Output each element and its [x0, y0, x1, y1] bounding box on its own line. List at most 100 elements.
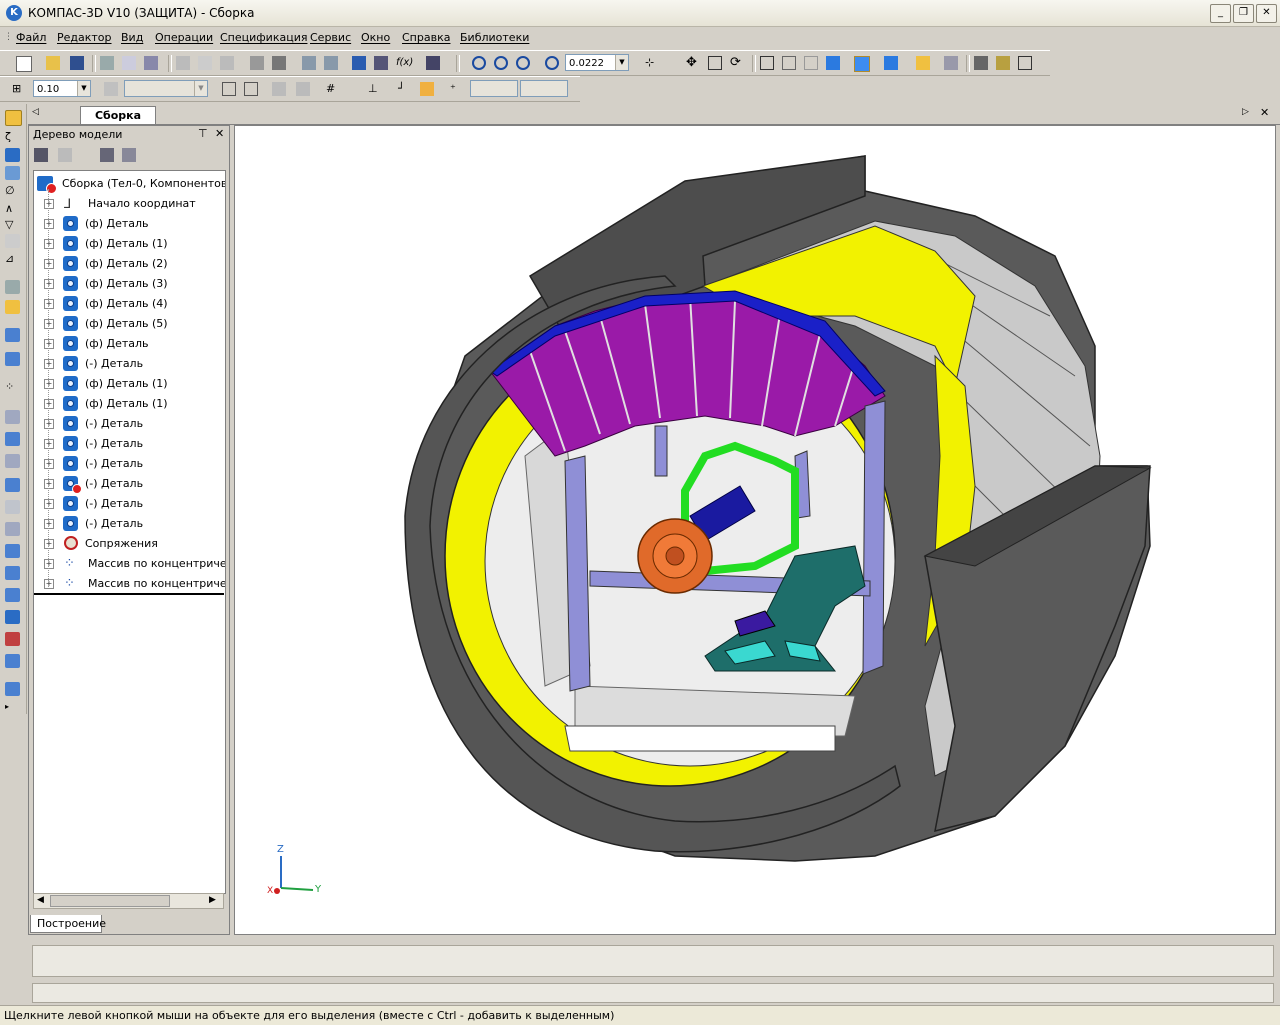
tree-settings-icon[interactable] [122, 148, 136, 162]
tree-item[interactable]: + (ф) Деталь (4) [34, 294, 224, 314]
tree-structure-icon[interactable] [34, 148, 48, 162]
chamfer-icon[interactable] [5, 522, 20, 536]
zoom-window-icon[interactable] [472, 56, 486, 70]
layout-icon[interactable] [5, 682, 20, 696]
attach-icon[interactable]: ∅ [5, 184, 20, 198]
menu-edit[interactable]: Редактор [57, 31, 112, 44]
expand-icon[interactable]: + [44, 299, 54, 309]
menu-specification[interactable]: Спецификация [220, 31, 307, 44]
expand-icon[interactable]: + [44, 319, 54, 329]
tree-root[interactable]: Сборка (Тел-0, Компонентов-28 [34, 174, 225, 194]
mate-icon[interactable] [5, 410, 20, 424]
display-mode-icon[interactable] [944, 56, 958, 70]
expand-icon[interactable]: + [44, 419, 54, 429]
tree-item[interactable]: + (-) Деталь [34, 414, 224, 434]
expand-icon[interactable]: + [44, 499, 54, 509]
variables-icon[interactable] [352, 56, 366, 70]
measure-icon[interactable]: ∧ [5, 202, 20, 216]
cut-icon[interactable] [176, 56, 190, 70]
expand-icon[interactable]: + [44, 399, 54, 409]
print-preview-icon[interactable] [122, 56, 136, 70]
chevron-down-icon[interactable]: ▼ [77, 81, 90, 96]
shaded-edges-icon[interactable] [854, 56, 870, 72]
attributes-icon[interactable] [374, 56, 388, 70]
filter-icon[interactable]: ▽ [5, 218, 20, 232]
sketch-icon[interactable] [244, 82, 258, 96]
thin-hidden-icon[interactable] [804, 56, 818, 70]
ortho-icon[interactable]: ┘ [398, 82, 412, 96]
extrude-icon[interactable] [5, 432, 20, 446]
zoom-scale-icon[interactable] [545, 56, 559, 70]
rotate-icon[interactable]: ⟳ [730, 56, 744, 70]
tree-item[interactable]: + (ф) Деталь [34, 214, 224, 234]
report-icon[interactable]: ⊿ [5, 252, 20, 266]
expand-icon[interactable]: + [44, 559, 54, 569]
tree-item[interactable]: + (-) Деталь [34, 454, 224, 474]
tree-item[interactable]: + ⅃ Начало координат [34, 194, 224, 214]
grid-step-icon[interactable]: ⊞ [12, 82, 26, 96]
scroll-right-icon[interactable]: ▶ [209, 895, 216, 905]
format-brush-icon[interactable] [250, 56, 264, 70]
zoom-out-icon[interactable] [516, 56, 530, 70]
tree-item[interactable]: + (-) Деталь [34, 434, 224, 454]
zoom-value-combo[interactable]: 0.0222 ▼ [565, 54, 629, 71]
array-icon[interactable]: ⁘ [5, 380, 20, 394]
expand-icon[interactable]: + [44, 219, 54, 229]
expand-icon[interactable]: + [44, 479, 54, 489]
print-icon[interactable] [100, 56, 114, 70]
tab-build[interactable]: Построение [30, 915, 106, 933]
sketch-tool-icon[interactable]: ζ [5, 130, 20, 144]
section-icon[interactable] [916, 56, 930, 70]
help-pointer-icon[interactable] [426, 56, 440, 70]
section-plane-icon[interactable] [5, 610, 20, 624]
save-icon[interactable] [70, 56, 84, 70]
model-tree[interactable]: Сборка (Тел-0, Компонентов-28 + ⅃ Начало… [33, 170, 226, 894]
move-component-icon[interactable] [5, 328, 20, 342]
menu-help[interactable]: Справка [402, 31, 450, 44]
zoom-in-icon[interactable] [494, 56, 508, 70]
cut-extrude-icon[interactable] [5, 454, 20, 468]
tab-scroll-right-icon[interactable]: ▷ [1242, 107, 1249, 117]
restore-button[interactable]: ❐ [1233, 4, 1254, 23]
expand-icon[interactable]: + [44, 279, 54, 289]
spec-tool-icon[interactable] [5, 234, 20, 248]
tree-horizontal-scrollbar[interactable]: ◀ ▶ [33, 893, 224, 909]
tree-item[interactable]: + ⁘ Массив по концентрическо [34, 554, 225, 574]
expand-icon[interactable]: + [44, 519, 54, 529]
menu-service[interactable]: Сервис [310, 31, 351, 44]
perspective-icon[interactable] [884, 56, 898, 70]
tab-scroll-left-icon[interactable]: ◁ [32, 107, 39, 117]
library-icon[interactable] [5, 654, 20, 668]
scroll-thumb[interactable] [50, 895, 170, 907]
expand-icon[interactable]: + [44, 339, 54, 349]
expand-icon[interactable]: + [44, 539, 54, 549]
shaded-icon[interactable] [826, 56, 840, 70]
expand-icon[interactable]: + [44, 359, 54, 369]
expand-icon[interactable]: + [44, 239, 54, 249]
tree-item[interactable]: + (ф) Деталь (2) [34, 254, 224, 274]
edit-assembly-icon[interactable] [5, 110, 22, 126]
properties-icon[interactable] [144, 56, 158, 70]
plane-icon[interactable] [222, 82, 236, 96]
new-file-icon[interactable] [16, 56, 32, 72]
hole-icon[interactable] [5, 500, 20, 514]
component-icon[interactable] [5, 280, 20, 294]
local-cs-icon[interactable]: ⊥ [368, 82, 382, 96]
spatial-curve-icon[interactable] [5, 166, 20, 180]
collision-icon[interactable] [5, 632, 20, 646]
rib-icon[interactable] [5, 566, 20, 580]
expand-icon[interactable]: + [44, 379, 54, 389]
step-combo[interactable]: 0.10 ▼ [33, 80, 91, 97]
fillet-icon[interactable] [5, 478, 20, 492]
mirror-icon[interactable] [5, 588, 20, 602]
expand-toolbar-icon[interactable]: ▸ [5, 702, 20, 716]
expand-icon[interactable]: + [44, 579, 54, 589]
tree-item[interactable]: + (-) Деталь [34, 354, 224, 374]
tool-b-icon[interactable] [996, 56, 1010, 70]
menu-operations[interactable]: Операции [155, 31, 213, 44]
shell-icon[interactable] [5, 544, 20, 558]
tab-assembly[interactable]: Сборка [80, 106, 156, 124]
assembly-3d-model[interactable] [235, 126, 1275, 934]
tab-close-icon[interactable]: ✕ [1260, 106, 1269, 119]
hidden-lines-icon[interactable] [782, 56, 796, 70]
